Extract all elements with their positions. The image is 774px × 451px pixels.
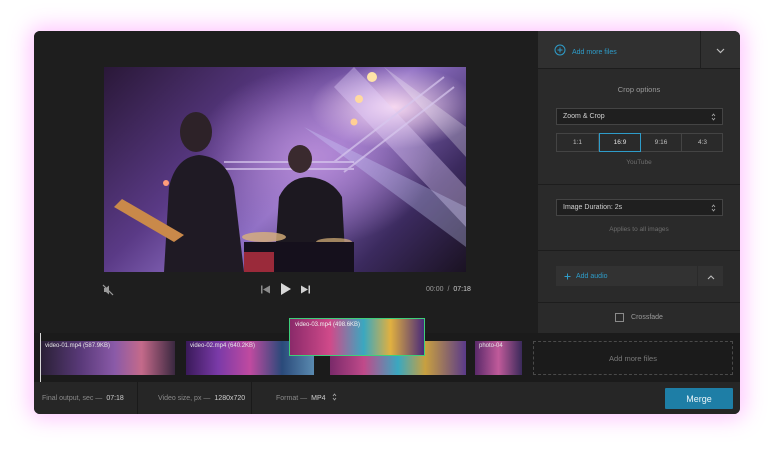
- merge-button[interactable]: Merge: [665, 388, 733, 409]
- time-separator: /: [447, 286, 450, 293]
- format-value: MP4: [311, 394, 326, 402]
- ratio-4-3[interactable]: 4:3: [682, 134, 723, 151]
- select-arrows-icon: [332, 393, 337, 403]
- crossfade-option[interactable]: Crossfade: [538, 313, 740, 322]
- crossfade-checkbox[interactable]: [615, 313, 625, 322]
- clip-label: video-02.mp4 (640.2KB): [190, 343, 256, 349]
- timeline[interactable]: video-01.mp4 (587.9KB) video-02.mp4 (640…: [34, 318, 740, 382]
- format-label: Format —: [276, 394, 308, 402]
- player-controls: 00:00 / 07:18: [34, 281, 538, 301]
- image-duration-select[interactable]: Image Duration: 2s: [556, 199, 723, 216]
- chevron-up-icon: [707, 267, 715, 285]
- format-select[interactable]: Format — MP4: [252, 382, 352, 414]
- previous-icon[interactable]: [260, 284, 271, 297]
- video-preview-area: 00:00 / 07:18: [34, 31, 538, 333]
- crop-options-title: Crop options: [617, 85, 661, 94]
- concert-scene-image: [114, 67, 466, 272]
- video-frame[interactable]: [104, 67, 466, 272]
- app-window: 00:00 / 07:18 Add more files Crop option…: [34, 31, 740, 414]
- plus-circle-icon: [554, 43, 566, 61]
- ratio-9-16[interactable]: 9:16: [641, 134, 682, 151]
- crossfade-label: Crossfade: [631, 314, 663, 321]
- final-output-value: 07:18: [106, 394, 124, 402]
- add-more-files-label: Add more files: [572, 48, 617, 56]
- selected-clip[interactable]: video-03.mp4 (498.6KB): [289, 318, 425, 356]
- total-time: 07:18: [453, 286, 471, 293]
- settings-sidebar: Add more files Crop options Zoom & Crop …: [538, 31, 740, 333]
- add-audio-button[interactable]: Add audio: [556, 266, 697, 286]
- select-arrows-icon: [711, 204, 716, 214]
- image-duration-section: Image Duration: 2s Applies to all images: [538, 185, 740, 251]
- audio-section: Add audio: [538, 251, 740, 303]
- crop-mode-value: Zoom & Crop: [563, 113, 605, 120]
- add-more-files-button[interactable]: Add more files: [554, 43, 617, 61]
- collapse-toggle-button[interactable]: [700, 31, 740, 69]
- current-time: 00:00: [426, 286, 444, 293]
- final-output-label: Final output, sec —: [42, 394, 103, 402]
- audio-collapse-button[interactable]: [698, 266, 723, 286]
- crop-mode-select[interactable]: Zoom & Crop: [556, 108, 723, 125]
- timeline-clip[interactable]: video-01.mp4 (587.9KB): [41, 341, 175, 375]
- add-audio-label: Add audio: [576, 272, 608, 280]
- time-display: 00:00 / 07:18: [426, 286, 471, 293]
- timeline-clip[interactable]: photo-04: [475, 341, 522, 375]
- mute-icon[interactable]: [102, 284, 114, 298]
- image-duration-hint: Applies to all images: [609, 226, 669, 233]
- video-size-value: 1280x720: [214, 394, 246, 402]
- plus-icon: [564, 267, 571, 285]
- aspect-ratio-group: 1:1 16:9 9:16 4:3: [556, 133, 723, 152]
- play-icon[interactable]: [279, 282, 292, 298]
- next-icon[interactable]: [300, 284, 311, 297]
- video-size-info: Video size, px — 1280x720: [138, 382, 252, 414]
- chevron-down-icon: [716, 41, 725, 59]
- footer-bar: Final output, sec — 07:18 Video size, px…: [34, 382, 740, 414]
- clip-label: photo-04: [479, 343, 503, 349]
- ratio-1-1[interactable]: 1:1: [557, 134, 599, 151]
- ratio-16-9[interactable]: 16:9: [599, 133, 641, 152]
- select-arrows-icon: [711, 113, 716, 123]
- crop-options-section: Crop options Zoom & Crop 1:1 16:9 9:16 4…: [538, 69, 740, 185]
- ratio-hint: YouTube: [626, 159, 652, 166]
- add-files-section: Add more files: [538, 31, 740, 69]
- video-size-label: Video size, px —: [158, 394, 211, 402]
- final-output-info: Final output, sec — 07:18: [34, 382, 138, 414]
- timeline-add-files-button[interactable]: Add more files: [533, 341, 733, 375]
- image-duration-value: Image Duration: 2s: [563, 204, 623, 211]
- clip-label: video-01.mp4 (587.9KB): [45, 343, 111, 349]
- clip-label: video-03.mp4 (498.6KB): [295, 322, 361, 328]
